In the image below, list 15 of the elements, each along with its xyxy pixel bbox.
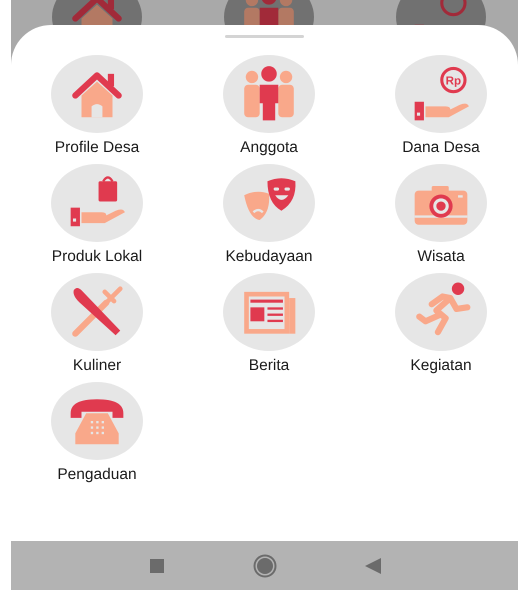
home-icon[interactable]: [252, 554, 276, 578]
category-label: Dana Desa: [402, 139, 480, 157]
drag-handle[interactable]: [225, 35, 304, 38]
category-label: Kuliner: [72, 357, 122, 375]
category-button[interactable]: Rp: [395, 55, 487, 133]
category-label: Wisata: [417, 248, 465, 266]
category-label: Pengaduan: [57, 466, 137, 484]
recents-icon[interactable]: [150, 558, 164, 572]
category-label: Kegiatan: [410, 357, 472, 375]
category-label: Kebudayaan: [225, 248, 313, 266]
category-label: Berita: [248, 357, 290, 375]
category-label: Produk Lokal: [52, 248, 142, 266]
back-icon[interactable]: [364, 558, 380, 574]
category-label: Anggota: [240, 139, 298, 157]
category-label: Profile Desa: [54, 139, 140, 157]
